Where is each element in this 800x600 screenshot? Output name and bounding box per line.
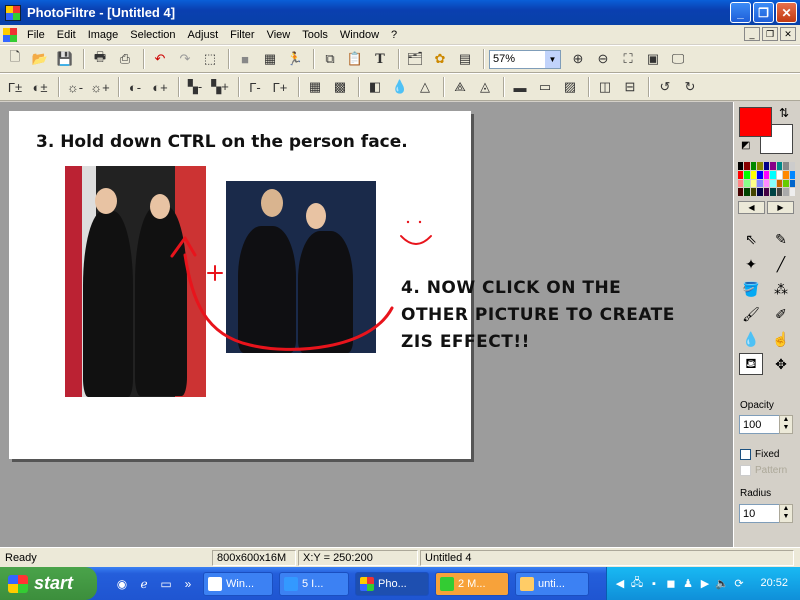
start-button[interactable]: start: [0, 567, 97, 600]
photofiltre-icon: [360, 576, 374, 591]
red-annotations: [170, 220, 432, 351]
taskbar-item-photofiltre[interactable]: Pho...: [355, 571, 429, 596]
radius-value: 10: [743, 507, 756, 520]
update-icon[interactable]: ⟳: [732, 577, 746, 591]
task-label: Pho...: [378, 577, 407, 590]
messenger-tray-icon[interactable]: ♟: [681, 577, 695, 591]
swap-colors-icon[interactable]: ⇅: [779, 106, 789, 120]
smiley-mouth: [400, 235, 432, 245]
opacity-value: 100: [743, 418, 762, 431]
media-player-icon[interactable]: ◉: [113, 575, 131, 593]
red-arrow-path: [183, 253, 394, 351]
taskbar-item-messenger[interactable]: 2 M...: [435, 571, 509, 596]
show-desktop-icon[interactable]: ▭: [157, 575, 175, 593]
tool-palette-panel: ⇅ ◩ ◀ ▶ ⇖ ✎ ✦ ╱ 🪣 ⁂ 🖌 ✐ 💧 ☝ ⛾ ✥ Opacity …: [733, 102, 800, 547]
status-document-name: Untitled 4: [420, 549, 794, 566]
antivirus-icon[interactable]: ◼: [664, 577, 678, 591]
volume-icon[interactable]: 🔈: [715, 577, 729, 591]
taskbar-item-internet-explorer[interactable]: 5 I...: [279, 571, 349, 596]
spinner-arrows-icon[interactable]: ▲ ▼: [779, 415, 793, 434]
blur-tool-icon[interactable]: 💧: [739, 328, 763, 350]
palette-next-button[interactable]: ▶: [767, 201, 794, 214]
step-4-line-2: OTHER PICTURE TO CREATE: [401, 305, 675, 325]
step-4-line-1: 4. NOW CLICK ON THE: [401, 278, 622, 298]
status-bar: Ready 800x600x16M X:Y = 250:200 Untitled…: [0, 547, 800, 567]
clock: 20:52: [760, 577, 788, 589]
step-3-text: 3. Hold down CTRL on the person face.: [36, 132, 408, 152]
radius-label: Radius: [740, 488, 772, 499]
quick-launch-more-icon[interactable]: »: [179, 575, 197, 593]
windows-logo-icon: [8, 574, 28, 593]
selection-tool-icon[interactable]: ⇖: [739, 228, 763, 250]
tray-expand-icon[interactable]: ◀: [613, 577, 627, 591]
messenger-icon: [440, 576, 454, 591]
palette-prev-button[interactable]: ◀: [738, 201, 765, 214]
quick-launch: ◉ ℯ ▭ »: [113, 575, 197, 593]
color-palette[interactable]: [738, 162, 795, 196]
line-tool-icon[interactable]: ╱: [769, 253, 793, 275]
brush-tool-icon[interactable]: 🖌: [739, 303, 763, 325]
task-label: unti...: [538, 577, 565, 590]
status-image-size: 800x600x16M: [212, 549, 296, 566]
clone-stamp-tool-icon[interactable]: ⛾: [739, 353, 763, 375]
status-ready: Ready: [5, 551, 37, 564]
radius-spinner[interactable]: 10 ▲ ▼: [739, 504, 793, 523]
task-label: 5 I...: [302, 577, 324, 590]
pattern-checkbox[interactable]: Pattern: [740, 465, 787, 476]
move-tool-icon[interactable]: ✥: [769, 353, 793, 375]
task-label: 2 M...: [458, 577, 486, 590]
fixed-checkbox[interactable]: Fixed: [740, 449, 779, 460]
task-label: Win...: [226, 577, 255, 590]
paint-icon: [520, 576, 534, 591]
step-4-line-3: ZIS EFFECT!!: [401, 332, 530, 352]
plus-mark: [207, 265, 223, 281]
internet-explorer-icon[interactable]: ℯ: [135, 575, 153, 593]
checkbox-box[interactable]: [740, 449, 751, 460]
magic-wand-tool-icon[interactable]: ✦: [739, 253, 763, 275]
opacity-label: Opacity: [740, 400, 774, 411]
media-player-icon: [208, 576, 222, 591]
opacity-spinner[interactable]: 100 ▲ ▼: [739, 415, 793, 434]
taskbar: start ◉ ℯ ▭ » Win... 5 I... Pho... 2 M..…: [0, 567, 800, 600]
foreground-color-swatch[interactable]: [739, 107, 772, 137]
tray-app-icon[interactable]: ▪: [647, 577, 661, 591]
advanced-brush-tool-icon[interactable]: ✐: [769, 303, 793, 325]
finger-tool-icon[interactable]: ☝: [769, 328, 793, 350]
fixed-label: Fixed: [755, 449, 780, 460]
tools-grid: ⇖ ✎ ✦ ╱ 🪣 ⁂ 🖌 ✐ 💧 ☝ ⛾ ✥: [739, 228, 796, 375]
fill-tool-icon[interactable]: 🪣: [739, 278, 763, 300]
system-tray: ◀ 🖧 ▪ ◼ ♟ ▶ 🔈 ⟳ 20:52: [606, 567, 800, 600]
network-icon[interactable]: 🖧: [630, 577, 644, 591]
taskbar-item-windows-media[interactable]: Win...: [203, 571, 273, 596]
smiley-eye-left: [406, 220, 410, 224]
checkbox-box[interactable]: [740, 465, 751, 476]
internet-explorer-icon: [284, 576, 298, 591]
smiley-eye-right: [418, 220, 422, 224]
pattern-label: Pattern: [755, 465, 788, 476]
start-label: start: [34, 573, 74, 593]
spray-tool-icon[interactable]: ⁂: [769, 278, 793, 300]
step-4-text: 4. NOW CLICK ON THE OTHER PICTURE TO CRE…: [401, 275, 675, 356]
status-coordinates: X:Y = 250:200: [298, 549, 418, 566]
eyedropper-tool-icon[interactable]: ✎: [769, 228, 793, 250]
default-colors-icon[interactable]: ◩: [741, 140, 750, 151]
play-icon[interactable]: ▶: [698, 577, 712, 591]
spinner-arrows-icon[interactable]: ▲ ▼: [779, 504, 793, 523]
red-arrow-head: [170, 236, 197, 258]
taskbar-item-untitled[interactable]: unti...: [515, 571, 589, 596]
